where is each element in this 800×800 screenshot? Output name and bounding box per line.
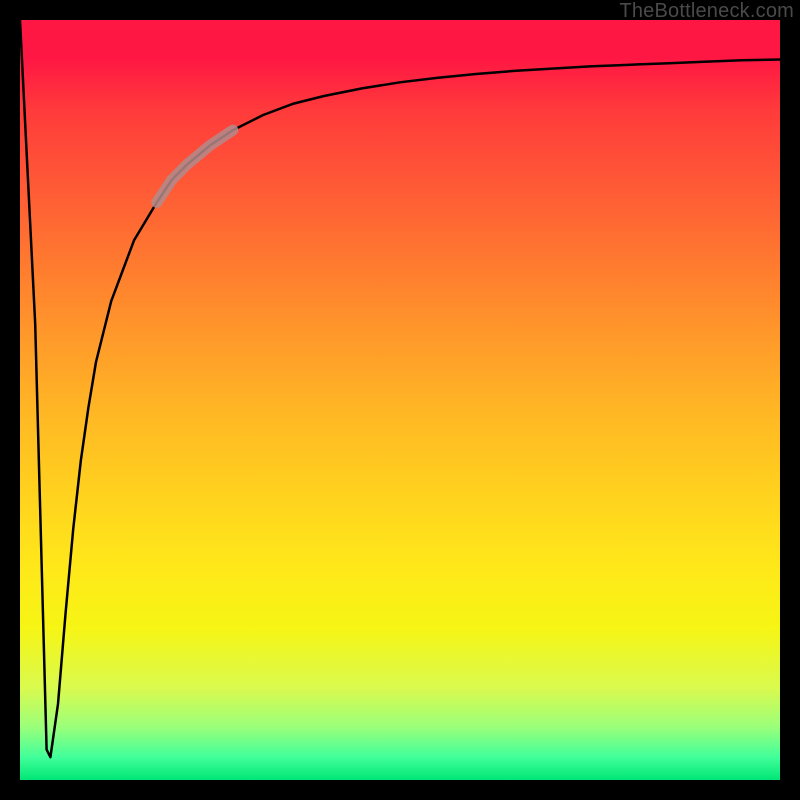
bottleneck-curve: [20, 20, 780, 757]
curve-layer: [20, 20, 780, 780]
highlight-segment: [157, 130, 233, 202]
chart-frame: TheBottleneck.com: [0, 0, 800, 800]
plot-area: [20, 20, 780, 780]
